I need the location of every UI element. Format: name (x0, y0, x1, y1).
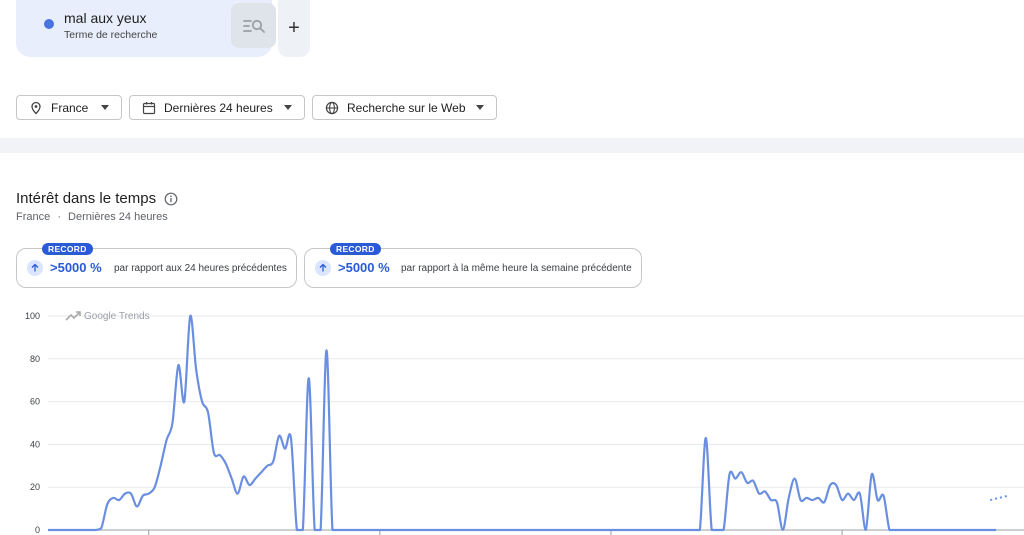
watermark-text: Google Trends (84, 311, 150, 322)
add-term-button[interactable]: + (278, 0, 310, 57)
stat-value: >5000 % (338, 260, 390, 275)
period-filter[interactable]: Dernières 24 heures (129, 95, 305, 120)
subtitle-region: France (16, 211, 51, 223)
arrow-up-icon (315, 260, 331, 276)
section-title: Intérêt dans le temps (16, 190, 157, 207)
section-subtitle: France · Dernières 24 heures (16, 211, 168, 223)
section-divider (0, 138, 1024, 153)
record-badge: RECORD (42, 243, 93, 255)
chart-series (47, 314, 1009, 532)
search-term-card[interactable]: mal aux yeux Terme de recherche (16, 0, 276, 57)
series-color-dot (44, 19, 54, 29)
record-badge: RECORD (330, 243, 381, 255)
subtitle-separator: · (57, 211, 61, 223)
region-filter-label: France (51, 100, 89, 115)
chevron-down-icon (476, 105, 484, 110)
y-tick-label: 20 (30, 482, 40, 492)
search-type-filter-label: Recherche sur le Web (347, 100, 466, 115)
compare-search-icon[interactable] (231, 3, 276, 48)
y-tick-label: 60 (30, 397, 40, 407)
arrow-up-icon (27, 260, 43, 276)
y-tick-label: 40 (30, 439, 40, 449)
location-pin-icon (29, 101, 43, 115)
subtitle-period: Dernières 24 heures (68, 211, 168, 223)
plus-icon: + (288, 17, 300, 39)
y-axis-ticks: 100 80 60 40 20 0 (25, 311, 40, 535)
search-type-filter[interactable]: Recherche sur le Web (312, 95, 497, 120)
chevron-down-icon (101, 105, 109, 110)
calendar-icon (142, 101, 156, 115)
partial-data-line (989, 494, 1009, 502)
y-tick-label: 0 (35, 525, 40, 535)
y-tick-label: 100 (25, 311, 40, 321)
stat-value: >5000 % (50, 260, 102, 275)
period-filter-label: Dernières 24 heures (164, 100, 273, 115)
search-term-type: Terme de recherche (64, 29, 158, 41)
stat-description: par rapport aux 24 heures précédentes (114, 263, 287, 274)
stat-card-previous-week: RECORD >5000 % par rapport à la même heu… (304, 243, 642, 288)
chevron-down-icon (284, 105, 292, 110)
globe-icon (325, 101, 339, 115)
search-term-name[interactable]: mal aux yeux (64, 10, 146, 26)
series-line (47, 314, 997, 532)
stat-card-previous-24h: RECORD >5000 % par rapport aux 24 heures… (16, 243, 297, 288)
interest-over-time-chart[interactable]: 100 80 60 40 20 0 Google Trends (0, 300, 1024, 535)
y-tick-label: 80 (30, 354, 40, 364)
region-filter[interactable]: France (16, 95, 122, 120)
stat-description: par rapport à la même heure la semaine p… (401, 263, 632, 274)
info-icon[interactable] (164, 192, 178, 206)
